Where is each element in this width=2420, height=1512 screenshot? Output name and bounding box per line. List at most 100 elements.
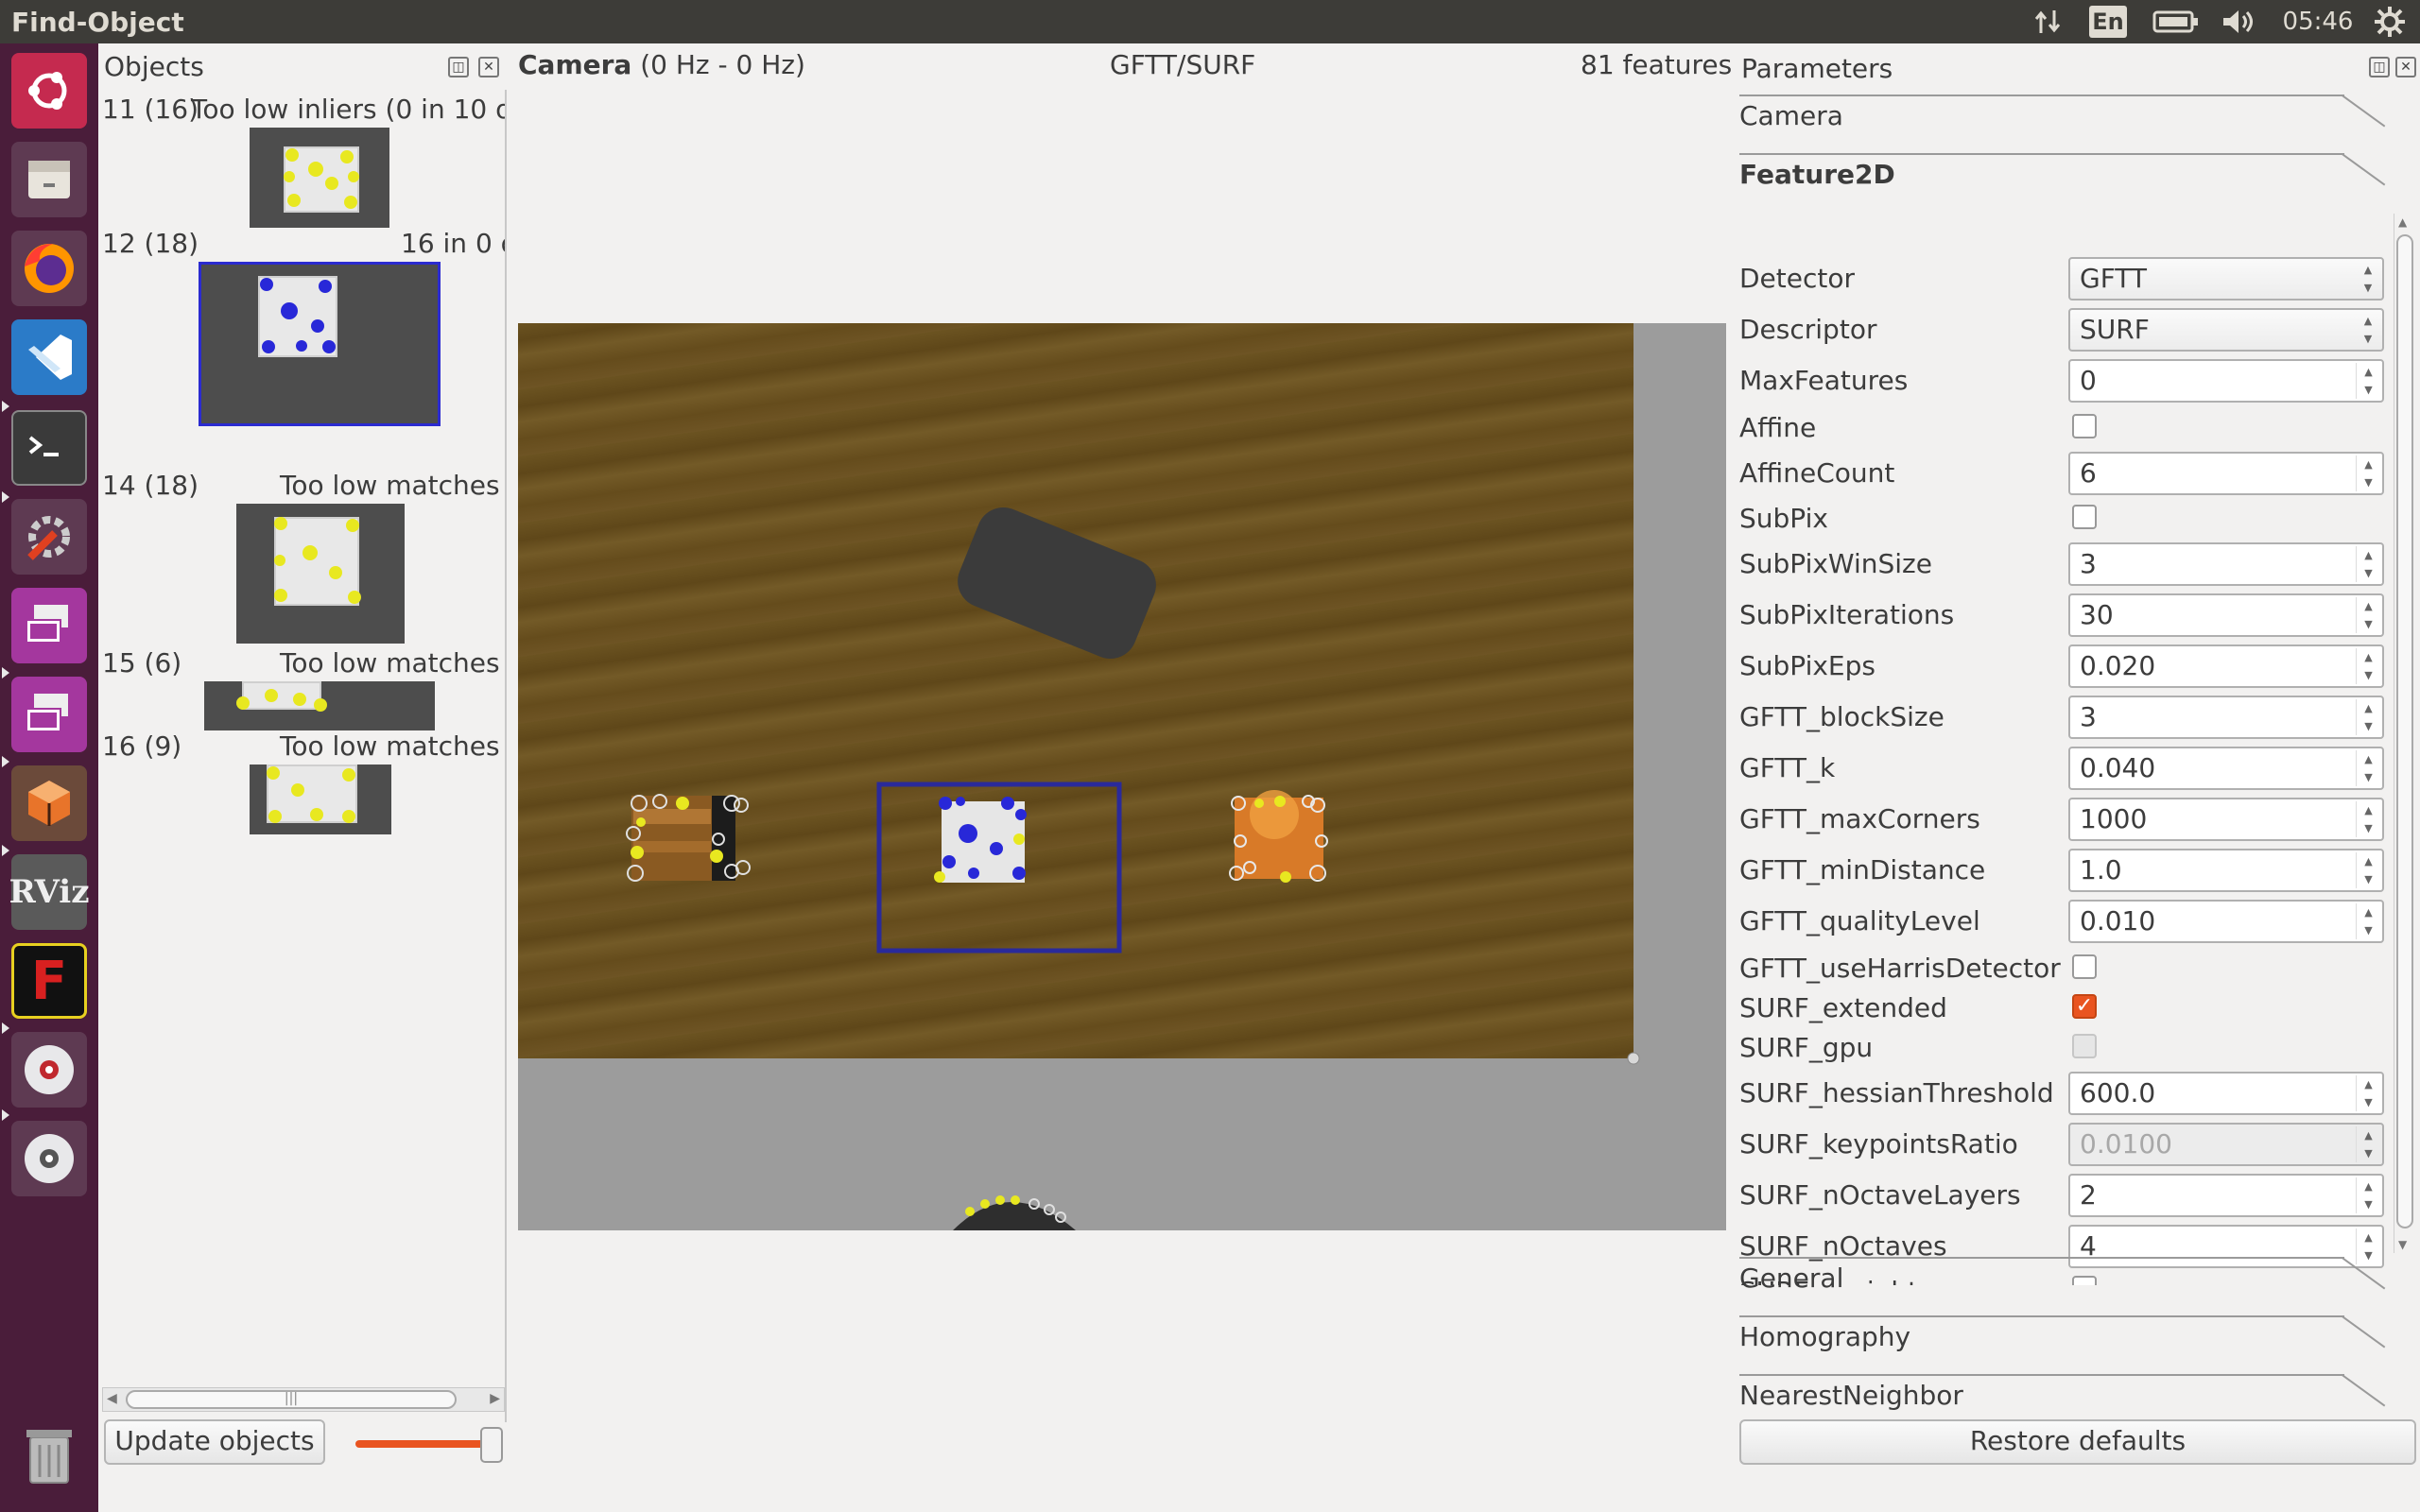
keyboard-layout-indicator[interactable]: En <box>2089 6 2127 38</box>
parameter-list: Detector GFTT ▲ ▼ Descriptor SURF ▲ ▼ MaxFea… <box>1732 214 2394 1285</box>
affinecount-spinbox[interactable]: 6 ▲ ▼ <box>2068 452 2384 495</box>
param-label: SubPixEps <box>1739 650 1876 681</box>
subpixiterations-spinbox[interactable]: 30 ▲ ▼ <box>2068 593 2384 637</box>
scene-overlay <box>626 507 1640 1230</box>
param-label: Detector <box>1739 263 1856 294</box>
object-thumbnail[interactable] <box>250 765 391 834</box>
maxfeatures-spinbox[interactable]: 0 ▲ ▼ <box>2068 359 2384 403</box>
trash-icon[interactable] <box>11 1418 87 1493</box>
object-id-label: 12 (18) <box>102 228 199 259</box>
gftt-maxcorners-spinbox[interactable]: 1000 ▲ ▼ <box>2068 798 2384 841</box>
object-status: 16 in 0 o <box>401 228 507 259</box>
param-label: AffineCount <box>1739 457 1895 489</box>
dvd-icon-2[interactable] <box>11 1121 87 1196</box>
gear-icon[interactable] <box>2371 6 2409 38</box>
section-divider <box>1739 94 2344 96</box>
dvd-icon[interactable] <box>11 1032 87 1108</box>
object-status: Too low matches ( <box>280 470 507 501</box>
param-label: SubPixWinSize <box>1739 548 1932 579</box>
objects-list[interactable]: 11 (16) Too low inliers (0 in 10 ou 12 (… <box>100 90 507 1422</box>
section-camera[interactable]: Camera <box>1739 100 2392 131</box>
white-tile-object <box>942 801 1025 883</box>
battery-icon[interactable] <box>2152 6 2201 38</box>
surf-keypointsratio-spinbox[interactable]: 0.0100 ▲ ▼ <box>2068 1123 2384 1166</box>
param-label: SubPixIterations <box>1739 599 1955 630</box>
terminal-icon[interactable] <box>11 410 87 486</box>
clock[interactable]: 05:46 <box>2280 6 2356 38</box>
surf-gpu-checkbox[interactable] <box>2072 1034 2097 1058</box>
camera-image[interactable] <box>518 323 1726 1230</box>
param-label: SURF_gpu <box>1739 1032 1874 1063</box>
ubuntu-dash-icon[interactable] <box>11 53 87 129</box>
feature-count: 81 features <box>1581 49 1733 80</box>
close-dock-icon[interactable]: ✕ <box>478 57 499 77</box>
object-thumbnail[interactable] <box>204 681 435 730</box>
object-thumbnail[interactable] <box>236 504 405 644</box>
subpix-checkbox[interactable] <box>2072 505 2097 529</box>
param-label: MaxFeatures <box>1739 365 1909 396</box>
section-nearestneighbor[interactable]: NearestNeighbor <box>1739 1380 2392 1411</box>
parameters-vertical-scrollbar[interactable]: ▲ ▼ <box>2394 214 2414 1253</box>
objects-dock: Objects ◫ ✕ 11 (16) Too low inliers (0 i… <box>100 47 507 1469</box>
close-dock-icon[interactable]: ✕ <box>2395 57 2416 77</box>
object-id-label: 16 (9) <box>102 730 182 762</box>
window-title: Find-Object <box>11 7 184 38</box>
section-feature2d[interactable]: Feature2D <box>1739 159 2392 190</box>
scroll-up-arrow-icon[interactable]: ▲ <box>2398 215 2407 229</box>
surf-noctavelayers-spinbox[interactable]: 2 ▲ ▼ <box>2068 1174 2384 1217</box>
remote-desktop-icon-2[interactable] <box>11 677 87 752</box>
param-label: GFTT_blockSize <box>1739 701 1945 732</box>
gftt-mindistance-spinbox[interactable]: 1.0 ▲ ▼ <box>2068 849 2384 892</box>
gftt-qualitylevel-spinbox[interactable]: 0.010 ▲ ▼ <box>2068 900 2384 943</box>
param-label: SURF_extended <box>1739 992 1947 1023</box>
volume-icon[interactable] <box>2218 6 2259 38</box>
subpixwinsize-spinbox[interactable]: 3 ▲ ▼ <box>2068 542 2384 586</box>
object-thumbnail[interactable] <box>250 128 389 228</box>
scroll-left-arrow-icon[interactable]: ◀ <box>107 1391 117 1406</box>
surf-hessianthreshold-spinbox[interactable]: 600.0 ▲ ▼ <box>2068 1072 2384 1115</box>
scrollbar-thumb[interactable] <box>2396 234 2413 1228</box>
param-label: GFTT_maxCorners <box>1739 803 1980 834</box>
find-object-icon[interactable]: F <box>11 943 87 1019</box>
scroll-right-arrow-icon[interactable]: ▶ <box>490 1391 500 1406</box>
section-divider <box>1739 1315 2344 1317</box>
object-thumbnail-selected[interactable] <box>199 262 441 426</box>
scrollbar-thumb[interactable]: ||| <box>126 1390 457 1409</box>
section-divider <box>1739 153 2344 155</box>
camera-title: Camera (0 Hz - 0 Hz) <box>518 49 805 80</box>
section-homography[interactable]: Homography <box>1739 1321 2392 1352</box>
float-dock-icon[interactable]: ◫ <box>2369 57 2390 77</box>
restore-defaults-button[interactable]: Restore defaults <box>1739 1419 2416 1465</box>
threshold-slider-handle[interactable] <box>480 1427 503 1463</box>
gftt-blocksize-spinbox[interactable]: 3 ▲ ▼ <box>2068 696 2384 739</box>
system-tools-icon[interactable] <box>11 499 87 575</box>
scroll-down-arrow-icon[interactable]: ▼ <box>2398 1238 2407 1251</box>
objects-horizontal-scrollbar[interactable]: ◀ ||| ▶ <box>102 1387 505 1412</box>
param-label: Descriptor <box>1739 314 1877 345</box>
rviz-icon[interactable]: RViz <box>9 854 90 930</box>
object-id-label: 14 (18) <box>102 470 199 501</box>
threshold-slider-track[interactable] <box>355 1440 493 1448</box>
descriptor-combobox[interactable]: SURF ▲ ▼ <box>2068 308 2384 352</box>
launcher: RViz F <box>0 43 98 1512</box>
object-status: Too low matches ( <box>280 730 507 762</box>
detector-combobox[interactable]: GFTT ▲ ▼ <box>2068 257 2384 301</box>
surf-extended-checkbox[interactable]: ✓ <box>2072 994 2097 1019</box>
float-dock-icon[interactable]: ◫ <box>448 57 469 77</box>
running-indicator <box>2 401 9 412</box>
section-general[interactable]: General <box>1739 1263 2392 1294</box>
vscode-icon[interactable] <box>11 319 87 395</box>
gftt-useharrisdetector-checkbox[interactable] <box>2072 954 2097 979</box>
subpixeps-spinbox[interactable]: 0.020 ▲ ▼ <box>2068 644 2384 688</box>
section-divider <box>1739 1374 2344 1376</box>
param-label: SURF_hessianThreshold <box>1739 1077 2054 1108</box>
box-3d-icon[interactable] <box>11 765 87 841</box>
update-objects-button[interactable]: Update objects <box>104 1419 325 1465</box>
files-icon[interactable] <box>11 142 87 217</box>
firefox-icon[interactable] <box>11 231 87 306</box>
gftt-k-spinbox[interactable]: 0.040 ▲ ▼ <box>2068 747 2384 790</box>
remote-desktop-icon[interactable] <box>11 588 87 663</box>
param-label: GFTT_k <box>1739 752 1836 783</box>
network-icon[interactable] <box>2029 6 2066 38</box>
affine-checkbox[interactable] <box>2072 414 2097 438</box>
